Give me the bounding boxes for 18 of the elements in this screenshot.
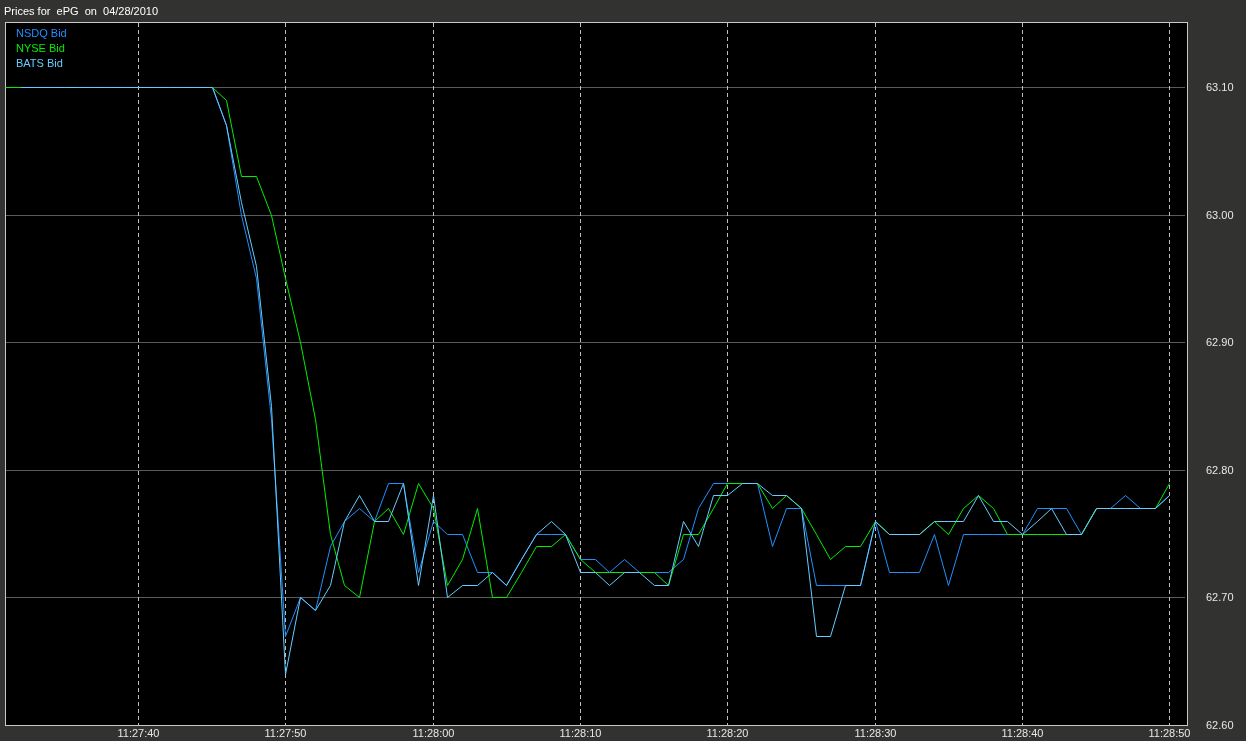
- axis-tick-label: 11:28:00: [412, 727, 455, 739]
- axis-tick-label: 11:27:40: [117, 727, 160, 739]
- axis-tick-label: 11:27:50: [264, 727, 307, 739]
- axis-tick-label: 11:28:50: [1148, 727, 1191, 739]
- axis-tick-label: 62.70: [1206, 591, 1234, 604]
- axis-tick-label: 11:28:10: [559, 727, 602, 739]
- axis-tick-label: 62.80: [1206, 463, 1234, 476]
- axis-tick-label: 63.10: [1206, 81, 1234, 94]
- legend-label: NYSE Bid: [16, 42, 65, 54]
- chart-title: Prices for ePG on 04/28/2010: [3, 4, 159, 19]
- axis-tick-label: 62.90: [1206, 336, 1234, 349]
- legend-label: NSDQ Bid: [16, 27, 67, 39]
- axis-tick-label: 11:28:40: [1001, 727, 1044, 739]
- axis-tick-label: 63.00: [1206, 208, 1234, 221]
- axis-tick-label: 62.60: [1206, 719, 1234, 731]
- axis-tick-label: 11:28:30: [854, 727, 897, 739]
- axis-tick-label: 11:28:20: [706, 727, 749, 739]
- legend-label: BATS Bid: [16, 57, 63, 69]
